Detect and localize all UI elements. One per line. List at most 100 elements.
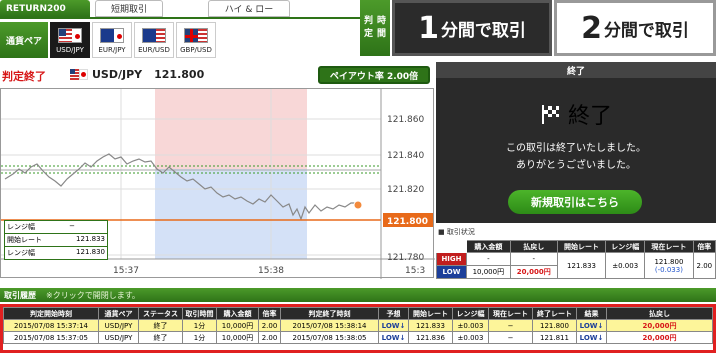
cell: 121.800 (532, 319, 577, 332)
high-label: HIGH (436, 252, 467, 266)
cell: 2015/07/08 15:38:05 (280, 331, 379, 344)
y-tick: 121.860 (387, 115, 424, 125)
cell: ±0.003 (452, 331, 489, 344)
trade-history-header[interactable]: 取引履歴 ※クリックで開閉します。 (0, 288, 716, 302)
low-zone (155, 169, 307, 259)
multiplier: 2.00 (692, 252, 716, 279)
btn1-text: 分間で取引 (440, 20, 526, 41)
btn1-number: 1 (418, 10, 439, 46)
y-tick: 121.820 (387, 185, 424, 195)
y-ticks: 121.860 121.840 121.820 121.780 (387, 115, 424, 263)
info-label: レンジ幅 (7, 249, 35, 257)
cell: 2015/07/08 15:37:05 (3, 331, 99, 344)
low-amount: 10,000円 (466, 265, 511, 279)
result-msg-line1: この取引は終了いたしました。 (506, 143, 646, 154)
gb-us-flag-icon (184, 28, 208, 43)
y-tick: 121.840 (387, 151, 424, 161)
table-row[interactable]: 2015/07/08 15:37:05 USD/JPY 終了 1分 10,000… (3, 331, 713, 344)
pair-eur-usd[interactable]: EUR/USD (134, 22, 174, 58)
cell: 1分 (182, 331, 217, 344)
cell: 2015/07/08 15:37:14 (3, 319, 99, 332)
cell: LOW↓ (378, 331, 409, 344)
status-label-text: 取引状況 (446, 228, 475, 236)
result-message: この取引は終了いたしました。 ありがとうございました。 (436, 140, 716, 174)
cell: ±0.003 (452, 319, 489, 332)
hcol: 取引時間 (182, 307, 217, 320)
cell: LOW↓ (378, 319, 409, 332)
pair-gbp-usd[interactable]: GBP/USD (176, 22, 216, 58)
judgment-time-label: 判定 時間 (360, 0, 390, 56)
cell: 20,000円 (606, 319, 713, 332)
cell: 2015/07/08 15:38:14 (280, 319, 379, 332)
hcol: 判定終了時刻 (280, 307, 379, 320)
hcol: レンジ幅 (452, 307, 489, 320)
history-header-row: 判定開始時刻 通貨ペア ステータス 取引時間 購入金額 倍率 判定終了時刻 予想… (3, 307, 713, 320)
result-msg-line2: ありがとうございました。 (516, 160, 636, 171)
cell: USD/JPY (98, 319, 139, 332)
low-label: LOW (436, 265, 467, 279)
hcol: ステータス (138, 307, 183, 320)
cell: 1分 (182, 319, 217, 332)
cell: − (488, 331, 533, 344)
current-point (353, 200, 363, 210)
chart-info-box: レンジ幅 − 開始レート 121.833 レンジ幅 121.830 (4, 220, 108, 260)
high-amount: - (466, 252, 511, 266)
checkered-flag-icon (542, 105, 559, 124)
rate-diff: (-0.033) (654, 265, 683, 274)
pair-usd-jpy[interactable]: USD/JPY (50, 22, 90, 58)
btn2-text: 分間で取引 (603, 20, 689, 41)
trade-status-table: 購入金額 払戻し 開始レート レンジ幅 現在レート 倍率 HIGH - - 12… (436, 240, 716, 279)
info-label: レンジ幅 (7, 223, 35, 231)
tab-high-low[interactable]: ハイ & ロー (208, 0, 290, 17)
hcol: 払戻し (606, 307, 713, 320)
tab-short-term[interactable]: 短期取引 (95, 0, 163, 17)
cell: 終了 (138, 331, 183, 344)
table-row[interactable]: 2015/07/08 15:37:14 USD/JPY 終了 1分 10,000… (3, 319, 713, 332)
tab-return200[interactable]: RETURN200 (0, 0, 90, 17)
result-title-text: 終了 (568, 104, 613, 129)
trade-history-table: 判定開始時刻 通貨ペア ステータス 取引時間 購入金額 倍率 判定終了時刻 予想… (0, 304, 716, 353)
info-range: レンジ幅 − (4, 220, 108, 234)
x-ticks: 15:37 15:38 15:3 (113, 266, 425, 276)
col-payout: 払戻し (509, 240, 558, 253)
x-tick: 15:38 (258, 266, 284, 276)
pair-label: EUR/USD (138, 46, 170, 54)
cell: − (488, 319, 533, 332)
cell: 2.00 (258, 331, 281, 344)
x-tick: 15:3 (405, 266, 425, 276)
low-payout: 20,000円 (509, 265, 558, 279)
high-zone (155, 89, 307, 169)
pair-text: USD/JPY (92, 68, 143, 81)
current-rate: 121.800 (654, 257, 684, 266)
current-rate-label: 121.800 (387, 217, 428, 227)
pair-eur-jpy[interactable]: EUR/JPY (92, 22, 132, 58)
trade-status-label: ■ 取引状況 (438, 228, 475, 236)
us-jp-flag-icon (58, 28, 82, 43)
time-label-line2: 時間 (376, 16, 386, 39)
col-multiplier: 倍率 (692, 240, 716, 253)
current-rate-cell: 121.800 (-0.033) (644, 252, 694, 279)
history-hint: ※クリックで開閉します。 (46, 290, 140, 300)
history-title: 取引履歴 (4, 290, 36, 300)
cell: 10,000円 (216, 331, 259, 344)
info-value: 121.830 (76, 248, 105, 256)
cell: 10,000円 (216, 319, 259, 332)
cell: 終了 (138, 319, 183, 332)
info-start-rate: 開始レート 121.833 (4, 234, 108, 247)
btn2-number: 2 (581, 10, 602, 46)
start-rate: 121.833 (556, 252, 607, 279)
pair-label: USD/JPY (56, 46, 84, 54)
range: ±0.003 (605, 252, 646, 279)
cell: 121.811 (532, 331, 577, 344)
x-tick: 15:37 (113, 266, 139, 276)
result-panel-header: 終了 (436, 62, 716, 78)
high-payout: - (509, 252, 558, 266)
y-tick: 121.780 (387, 253, 424, 263)
new-trade-button[interactable]: 新規取引はこちら (508, 190, 642, 214)
cell: USD/JPY (98, 331, 139, 344)
cell: 2.00 (258, 319, 281, 332)
hcol: 購入金額 (216, 307, 259, 320)
two-minute-trade-button[interactable]: 2 分間で取引 (554, 0, 716, 56)
one-minute-trade-button[interactable]: 1 分間で取引 (392, 0, 552, 56)
judgment-status: 判定終了 (2, 70, 46, 83)
